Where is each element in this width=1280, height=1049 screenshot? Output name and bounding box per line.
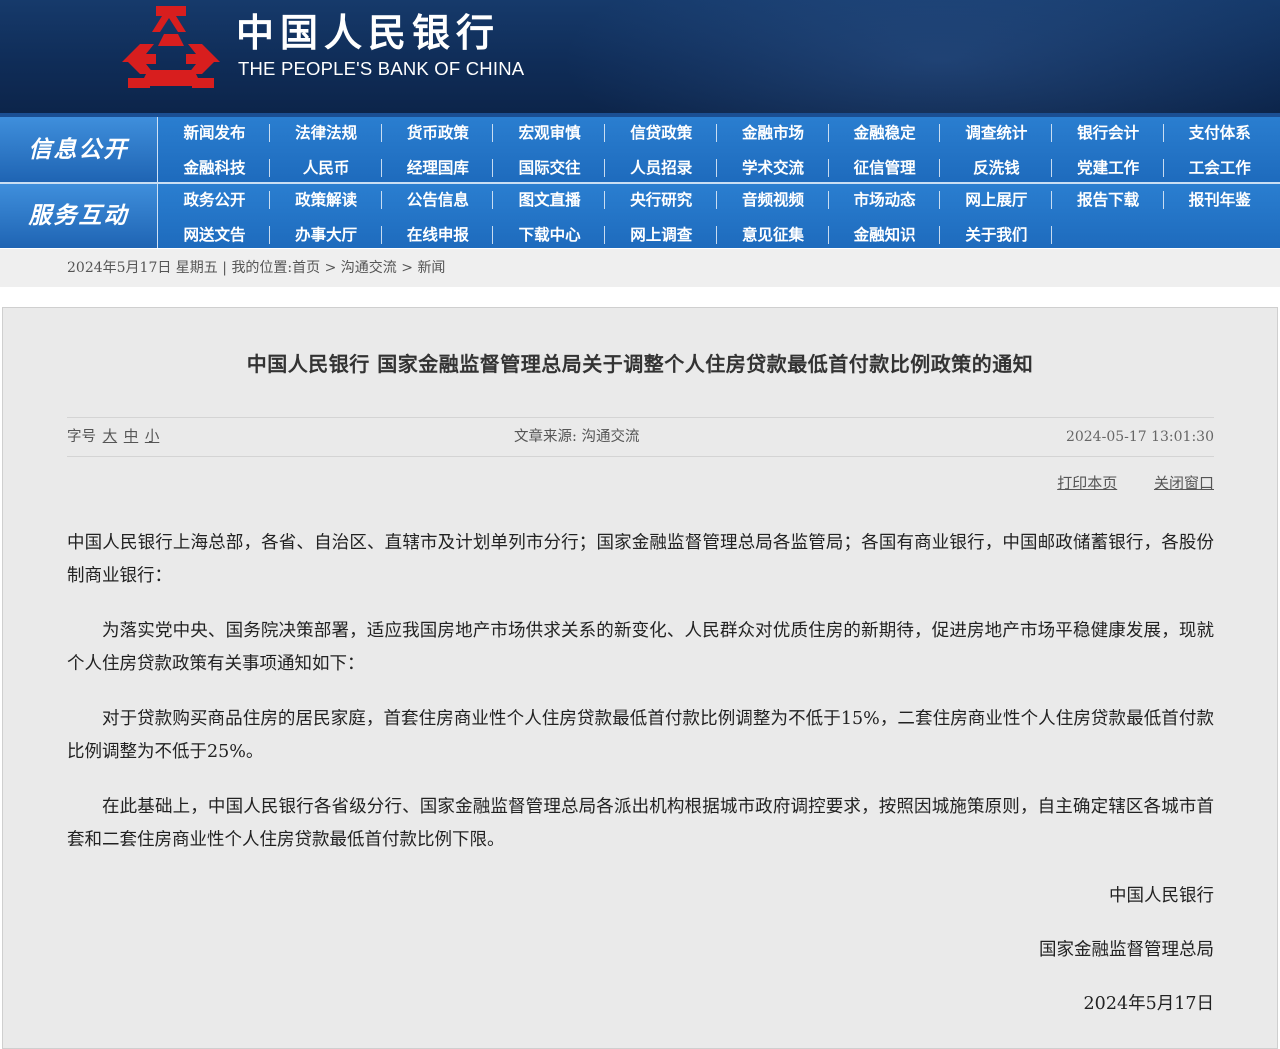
nav-item[interactable]: 办事大厅 [271,219,382,251]
nav-item[interactable]: 调查统计 [941,117,1052,149]
nav-item[interactable]: 市场动态 [829,184,941,216]
close-window-link[interactable]: 关闭窗口 [1154,474,1214,492]
nav-item[interactable]: 下载中心 [494,219,606,251]
source-value: 沟通交流 [581,429,640,445]
nav-item[interactable]: 报告下载 [1053,184,1164,216]
font-size-medium-link[interactable]: 中 [124,429,139,445]
breadcrumb-home-link[interactable]: 首页 [292,260,320,276]
breadcrumb-level2-link[interactable]: 新闻 [417,260,445,276]
breadcrumb-arrow: > [401,260,413,276]
article-body: 中国人民银行上海总部，各省、自治区、直辖市及计划单列市分行；国家金融监督管理总局… [67,527,1214,879]
nav-item[interactable]: 政务公开 [159,184,270,216]
nav-section-label: 信息公开 [0,117,158,182]
header-banner: 中国人民银行 THE PEOPLE'S BANK OF CHINA [0,0,1280,117]
print-page-link[interactable]: 打印本页 [1057,474,1117,492]
nav-item[interactable]: 学术交流 [718,152,829,184]
nav-item[interactable]: 金融市场 [718,117,829,149]
nav-item[interactable]: 金融科技 [159,152,270,184]
nav-item[interactable]: 人民币 [271,152,382,184]
bank-name-cn: 中国人民银行 [236,10,501,55]
nav-grid: 政务公开 政策解读 公告信息 图文直播 央行研究 音频视频 市场动态 网上展厅 报告下载 报刊年鉴… [159,184,1280,248]
nav-item[interactable]: 征信管理 [829,152,941,184]
nav-item[interactable]: 在线申报 [382,219,494,251]
addressee-paragraph: 中国人民银行上海总部，各省、自治区、直辖市及计划单列市分行；国家金融监督管理总局… [67,533,1214,586]
nav-item[interactable]: 支付体系 [1164,117,1275,149]
nav-item[interactable]: 法律法规 [271,117,382,149]
breadcrumb-bar: 2024年5月17日 星期五 | 我的位置:首页 > 沟通交流 > 新闻 [0,249,1280,287]
nav-item[interactable]: 央行研究 [606,184,717,216]
nav-item[interactable]: 网上展厅 [941,184,1052,216]
font-size-switcher: 字号 大 中 小 [67,418,159,456]
nav-item[interactable]: 报刊年鉴 [1164,184,1275,216]
nav-section-label: 服务互动 [0,184,158,248]
nav-item[interactable]: 网上调查 [606,219,717,251]
bank-name-en: THE PEOPLE'S BANK OF CHINA [238,58,525,79]
nav-item[interactable]: 金融知识 [829,219,941,251]
article-title: 中国人民银行 国家金融监督管理总局关于调整个人住房贷款最低首付款比例政策的通知 [246,352,1034,376]
nav-item[interactable]: 党建工作 [1053,152,1164,184]
signature-date: 2024年5月17日 [1083,994,1214,1014]
article-panel: 中国人民银行 国家金融监督管理总局关于调整个人住房贷款最低首付款比例政策的通知 … [2,307,1278,1049]
nav-item[interactable]: 工会工作 [1164,152,1275,184]
font-size-large-link[interactable]: 大 [103,429,118,445]
nav-item[interactable]: 反洗钱 [941,152,1052,184]
nav-item[interactable]: 网送文告 [159,219,270,251]
nav-item[interactable]: 国际交往 [494,152,606,184]
article-meta: 字号 大 中 小 文章来源: 沟通交流 2024-05-17 13:01:30 [67,417,1214,457]
breadcrumb-level1-link[interactable]: 沟通交流 [341,260,397,276]
article-actions: 打印本页 关闭窗口 [1025,472,1214,493]
nav-item[interactable]: 人员招录 [606,152,717,184]
body-paragraph: 对于贷款购买商品住房的居民家庭，首套住房商业性个人住房贷款最低首付款比例调整为不… [67,709,1214,762]
nav-item[interactable]: 意见征集 [718,219,829,251]
nav-item[interactable]: 经理国库 [382,152,494,184]
pboc-emblem-icon[interactable] [118,4,224,90]
nav-item[interactable]: 货币政策 [382,117,494,149]
nav-item[interactable]: 信贷政策 [606,117,717,149]
signatory-pboc: 中国人民银行 [1109,886,1214,906]
breadcrumb-prefix: 我的位置: [231,260,293,276]
body-paragraph: 在此基础上，中国人民银行各省级分行、国家金融监督管理总局各派出机构根据城市政府调… [67,797,1214,850]
nav-service-interaction: 服务互动 政务公开 政策解读 公告信息 图文直播 央行研究 音频视频 市场动态 网上展厅 报告下… [0,184,1280,248]
nav-item[interactable]: 银行会计 [1053,117,1164,149]
nav-item[interactable]: 关于我们 [941,219,1052,251]
source-label: 文章来源: [514,429,577,445]
font-size-small-link[interactable]: 小 [145,429,160,445]
nav-grid: 新闻发布 法律法规 货币政策 宏观审慎 信贷政策 金融市场 金融稳定 调查统计 银行会计 支付体系… [159,117,1280,182]
article-source: 文章来源: 沟通交流 [514,418,640,456]
nav-info-disclosure: 信息公开 新闻发布 法律法规 货币政策 宏观审慎 信贷政策 金融市场 金融稳定 调查统计 银行会… [0,117,1280,182]
nav-item[interactable]: 宏观审慎 [494,117,606,149]
breadcrumb-arrow: > [324,260,337,276]
current-date: 2024年5月17日 星期五 [67,260,218,276]
nav-item[interactable]: 音频视频 [718,184,829,216]
nav-item[interactable]: 金融稳定 [829,117,941,149]
article-datetime: 2024-05-17 13:01:30 [1065,429,1214,445]
breadcrumb-separator: | [222,260,227,276]
body-paragraph: 为落实党中央、国务院决策部署，适应我国房地产市场供求关系的新变化、人民群众对优质… [67,621,1214,674]
signatory-nfra: 国家金融监督管理总局 [1039,940,1214,960]
nav-item[interactable]: 公告信息 [382,184,494,216]
font-size-label: 字号 [67,429,96,445]
nav-item[interactable]: 新闻发布 [159,117,270,149]
nav-item[interactable]: 图文直播 [494,184,606,216]
breadcrumb: 2024年5月17日 星期五 | 我的位置:首页 > 沟通交流 > 新闻 [67,249,445,287]
nav-item[interactable]: 政策解读 [271,184,382,216]
